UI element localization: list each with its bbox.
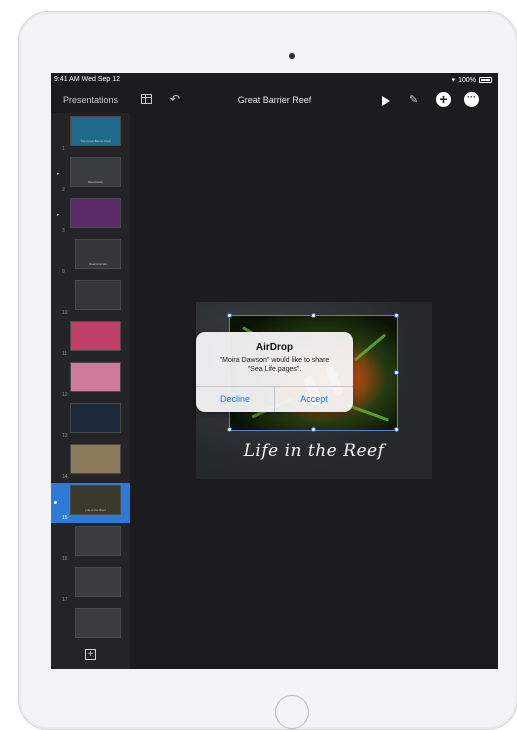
slide-thumbnail[interactable] (75, 280, 121, 310)
slide-thumbnail-row[interactable]: 1 The Great Barrier Reef (51, 114, 130, 154)
slide-number: 17 (62, 597, 68, 603)
slide-thumbnail-row[interactable]: 12 (51, 360, 130, 400)
status-bar: 9:41 AM Wed Sep 12 ▾ 100% (51, 73, 498, 87)
add-slide-button[interactable]: + (85, 649, 96, 660)
selection-handle[interactable] (394, 427, 399, 432)
collapse-indicator[interactable]: ▸ (57, 212, 60, 218)
slide-navigator: 17 16 15 Life in the Reef 14 13 12 11 10 9 Reef An… (51, 113, 130, 669)
slide-thumbnail-caption: Reef Animals (89, 262, 107, 266)
play-icon[interactable] (382, 96, 390, 106)
coral-frond (353, 333, 387, 362)
selection-handle[interactable] (394, 370, 399, 375)
slide-number: 13 (62, 433, 68, 439)
selection-handle[interactable] (311, 313, 316, 318)
screen: 9:41 AM Wed Sep 12 ▾ 100% Presentations … (51, 73, 498, 669)
selection-handle[interactable] (394, 313, 399, 318)
alert-message: "Moira Dawson" would like to share "Sea … (204, 356, 345, 374)
slide-number: 11 (62, 351, 68, 357)
slide-thumbnail[interactable]: Reef Animals (75, 239, 121, 269)
slide-thumbnail-row[interactable]: 3 ▸ (51, 196, 130, 236)
slide-thumbnail[interactable]: The Great Barrier Reef (70, 116, 121, 146)
selection-handle[interactable] (227, 313, 232, 318)
status-time: 9:41 AM Wed Sep 12 (54, 76, 121, 83)
battery-icon (479, 77, 492, 83)
document-title: Great Barrier Reef (237, 95, 312, 105)
slide-thumbnail-row[interactable]: 16 (51, 524, 130, 564)
front-camera (289, 53, 295, 59)
slide-thumbnail-row[interactable]: 14 (51, 442, 130, 482)
slide-number: 10 (62, 310, 68, 316)
slide-thumbnail[interactable]: Life in the Reef (70, 485, 121, 515)
slide-thumbnail-caption: The Great Barrier Reef (80, 139, 111, 143)
slide-thumbnail-row[interactable]: 9 Reef Animals (51, 237, 130, 277)
airdrop-alert: AirDrop "Moira Dawson" would like to sha… (196, 332, 353, 412)
slide-thumbnail-row[interactable]: 10 (51, 278, 130, 318)
slide-thumbnail[interactable] (75, 526, 121, 556)
battery-percent: 100% (458, 76, 476, 84)
more-icon[interactable]: ··· (464, 92, 479, 107)
slide-thumbnail-row[interactable]: 13 (51, 401, 130, 441)
selection-dot (54, 501, 57, 504)
slide-number: 16 (62, 556, 68, 562)
decline-button[interactable]: Decline (196, 387, 274, 412)
slide-number: 12 (62, 392, 68, 398)
wifi-icon: ▾ (451, 77, 456, 84)
slide-thumbnail[interactable] (70, 403, 121, 433)
slide-thumbnail[interactable] (70, 444, 121, 474)
slide-number: 1 (62, 146, 65, 152)
slide-thumbnail-caption: Life in the Reef (85, 508, 106, 512)
alert-message-line: "Sea Life.pages". (247, 366, 302, 373)
alert-title: AirDrop (255, 342, 294, 353)
collapse-indicator[interactable]: ▸ (57, 171, 60, 177)
slide-thumbnail-row[interactable]: 15 Life in the Reef (51, 483, 130, 523)
format-brush-icon[interactable]: ✎ (409, 93, 418, 106)
slide-thumbnail-row[interactable]: 17 (51, 565, 130, 605)
selection-handle[interactable] (227, 427, 232, 432)
slide-number: 2 (62, 187, 65, 193)
slide-thumbnail-row[interactable] (51, 606, 130, 646)
slide-thumbnail[interactable]: Reef Facts (70, 157, 121, 187)
slide-number: 9 (62, 269, 65, 275)
slide-thumbnail-row[interactable]: 2 ▸ Reef Facts (51, 155, 130, 195)
slide-title[interactable]: Life in the Reef (196, 441, 432, 461)
slide-thumbnail-row[interactable]: 11 (51, 319, 130, 359)
status-indicators: ▾ 100% (452, 76, 492, 84)
slide-thumbnail[interactable] (70, 321, 121, 351)
slide-thumbnail[interactable] (75, 567, 121, 597)
add-icon[interactable]: + (436, 92, 451, 107)
slide-number: 14 (62, 474, 68, 480)
toolbar: Presentations ↶ Great Barrier Reef ✎ + ·… (51, 87, 498, 113)
accept-button[interactable]: Accept (275, 387, 353, 412)
slide-thumbnail[interactable] (70, 198, 121, 228)
slide-thumbnail[interactable] (75, 608, 121, 638)
slide-thumbnail-caption: Reef Facts (88, 180, 103, 184)
slide-number: 3 (62, 228, 65, 234)
home-button[interactable] (275, 695, 309, 729)
slide-number: 15 (62, 515, 68, 521)
selection-handle[interactable] (311, 427, 316, 432)
slide-thumbnail[interactable] (70, 362, 121, 392)
alert-message-line: "Moira Dawson" would like to share (219, 357, 330, 364)
